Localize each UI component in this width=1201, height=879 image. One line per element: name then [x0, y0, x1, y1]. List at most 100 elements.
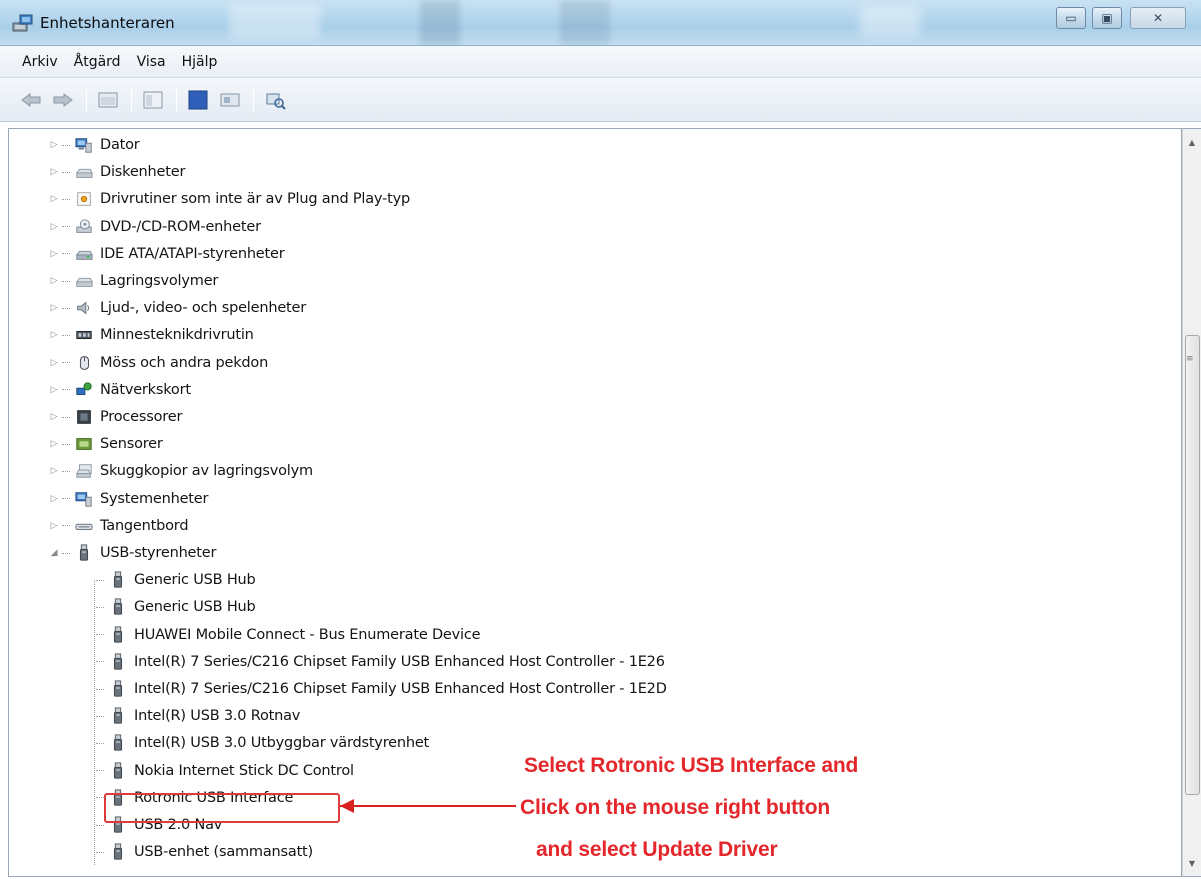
menu-hjalp[interactable]: Hjälp [174, 52, 226, 72]
expand-arrow-icon[interactable]: ▷ [48, 411, 60, 423]
tree-connector [62, 443, 70, 445]
tree-connector [62, 498, 70, 500]
expand-arrow-icon[interactable]: ▷ [48, 248, 60, 260]
tree-item-label: Generic USB Hub [134, 599, 256, 616]
scan-button[interactable] [217, 87, 243, 113]
vertical-scrollbar[interactable]: ▲ ≡ ▼ [1182, 128, 1201, 877]
usb-device-item[interactable]: Intel(R) 7 Series/C216 Chipset Family US… [96, 649, 665, 675]
tree-category-item[interactable]: ▷ Ljud-, video- och spelenheter [48, 295, 307, 321]
tree-category-item[interactable]: ▷ Skuggkopior av lagringsvolym [48, 458, 313, 484]
tree-category-item[interactable]: ▷ Minnesteknikdrivrutin [48, 322, 254, 348]
tree-category-item[interactable]: ▷ Tangentbord [48, 513, 189, 539]
usb-device-item[interactable]: Generic USB Hub [96, 594, 256, 620]
window-button[interactable] [140, 87, 166, 113]
help-icon [188, 90, 208, 109]
tree-category-item[interactable]: ▷ DVD-/CD-ROM-enheter [48, 214, 261, 240]
usb-device-item[interactable]: USB-enhet (sammansatt) [96, 839, 313, 865]
tree-connector [62, 416, 70, 418]
forward-arrow-icon [53, 92, 73, 107]
tree-category-item[interactable]: ◢ USB-styrenheter [48, 540, 216, 566]
expand-arrow-icon[interactable]: ▷ [48, 493, 60, 505]
tree-item-label: Ljud-, video- och spelenheter [100, 300, 307, 317]
usb-device-item[interactable]: Nokia Internet Stick DC Control [96, 758, 354, 784]
tree-item-label: Intel(R) USB 3.0 Rotnav [134, 708, 301, 725]
title-glass-highlight [230, 4, 320, 38]
view-button[interactable] [95, 87, 121, 113]
tree-item-label: Intel(R) 7 Series/C216 Chipset Family US… [134, 653, 665, 670]
annotation-line-2: Click on the mouse right button [520, 796, 830, 819]
expand-arrow-icon[interactable]: ▷ [48, 438, 60, 450]
scan-hardware-icon [266, 93, 286, 110]
usb-device-item[interactable]: Intel(R) USB 3.0 Utbyggbar värdstyrenhet [96, 730, 429, 756]
menu-arkiv[interactable]: Arkiv [14, 52, 66, 72]
expand-arrow-icon[interactable]: ▷ [48, 302, 60, 314]
expand-arrow-icon[interactable]: ▷ [48, 275, 60, 287]
usb-icon [108, 652, 128, 672]
expand-arrow-icon[interactable]: ▷ [48, 139, 60, 151]
tree-connector [62, 307, 70, 309]
expand-arrow-icon[interactable]: ▷ [48, 520, 60, 532]
ide-controller-icon [74, 244, 94, 264]
back-arrow-icon [21, 92, 41, 107]
title-glass-shadow [420, 0, 460, 44]
highlight-rotronic-box [104, 793, 340, 823]
menu-bar: Arkiv Åtgärd Visa Hjälp [0, 46, 1201, 78]
tree-item-label: IDE ATA/ATAPI-styrenheter [100, 245, 285, 262]
title-bar: Enhetshanteraren ▭ ▣ ✕ [0, 0, 1201, 46]
forward-button[interactable] [50, 87, 76, 113]
driver-icon [74, 189, 94, 209]
scroll-up-arrow-icon[interactable]: ▲ [1183, 133, 1201, 151]
expand-arrow-icon[interactable]: ▷ [48, 329, 60, 341]
expand-arrow-icon[interactable]: ▷ [48, 465, 60, 477]
title-glass-shadow-2 [560, 0, 610, 44]
close-button[interactable]: ✕ [1130, 7, 1186, 29]
expand-arrow-icon[interactable]: ▷ [48, 221, 60, 233]
usb-device-item[interactable]: Intel(R) USB 3.0 Rotnav [96, 703, 300, 729]
tree-item-label: Skuggkopior av lagringsvolym [100, 463, 313, 480]
tree-category-item[interactable]: ▷ Dator [48, 132, 140, 158]
help-button[interactable] [185, 87, 211, 113]
maximize-button[interactable]: ▣ [1092, 7, 1122, 29]
tree-connector [62, 144, 70, 146]
tree-item-label: Systemenheter [100, 490, 209, 507]
tree-category-item[interactable]: ▷ Drivrutiner som inte är av Plug and Pla… [48, 186, 411, 212]
tree-item-label: Drivrutiner som inte är av Plug and Play… [100, 191, 410, 208]
scan-hardware-button[interactable] [262, 87, 288, 113]
collapse-arrow-icon[interactable]: ◢ [48, 547, 60, 559]
mouse-icon [74, 353, 94, 373]
expand-arrow-icon[interactable]: ▷ [48, 357, 60, 369]
tree-category-item[interactable]: ▷ Sensorer [48, 431, 163, 457]
usb-icon [74, 543, 94, 563]
scroll-down-arrow-icon[interactable]: ▼ [1183, 854, 1201, 872]
expand-arrow-icon[interactable]: ▷ [48, 384, 60, 396]
tree-connector [62, 470, 70, 472]
usb-device-item[interactable]: HUAWEI Mobile Connect - Bus Enumerate De… [96, 622, 481, 648]
network-icon [74, 380, 94, 400]
tree-category-item[interactable]: ▷ Processorer [48, 404, 183, 430]
maximize-icon: ▣ [1101, 11, 1113, 25]
tree-connector [96, 606, 104, 608]
expand-arrow-icon[interactable]: ▷ [48, 166, 60, 178]
tree-connector [96, 851, 104, 853]
usb-device-item[interactable]: Generic USB Hub [96, 567, 256, 593]
tree-connector [96, 661, 104, 663]
tree-connector [96, 742, 104, 744]
tree-category-item[interactable]: ▷ Nätverkskort [48, 377, 191, 403]
tree-item-label: DVD-/CD-ROM-enheter [100, 218, 261, 235]
toolbar-separator [86, 87, 87, 112]
scrollbar-thumb[interactable] [1185, 335, 1200, 795]
back-button[interactable] [18, 87, 44, 113]
tree-category-item[interactable]: ▷ Möss och andra pekdon [48, 350, 269, 376]
usb-icon [108, 706, 128, 726]
tree-category-item[interactable]: ▷ Systemenheter [48, 486, 209, 512]
tree-connector [62, 280, 70, 282]
menu-visa[interactable]: Visa [129, 52, 174, 72]
tree-category-item[interactable]: ▷ Lagringsvolymer [48, 268, 219, 294]
menu-atgard[interactable]: Åtgärd [66, 52, 129, 72]
tree-category-item[interactable]: ▷ Diskenheter [48, 159, 186, 185]
expand-arrow-icon[interactable]: ▷ [48, 193, 60, 205]
usb-icon [108, 597, 128, 617]
usb-device-item[interactable]: Intel(R) 7 Series/C216 Chipset Family US… [96, 676, 667, 702]
minimize-button[interactable]: ▭ [1056, 7, 1086, 29]
tree-category-item[interactable]: ▷ IDE ATA/ATAPI-styrenheter [48, 241, 285, 267]
